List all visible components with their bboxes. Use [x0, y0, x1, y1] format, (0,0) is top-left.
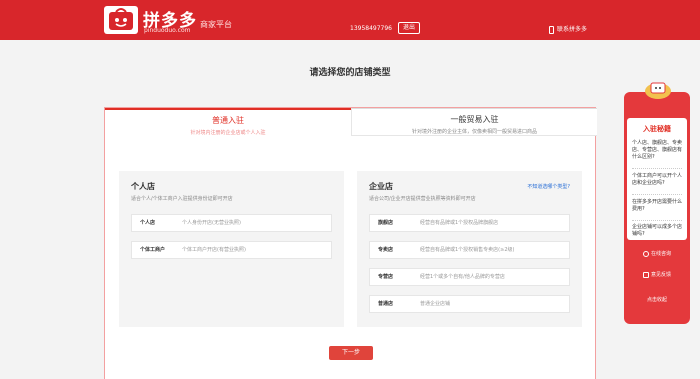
platform-label: 商家平台 — [200, 20, 232, 29]
option-desc: 个人身份开店(无营业执照) — [182, 220, 241, 226]
option-label: 个人店 — [140, 220, 156, 226]
online-consult-label: 在线咨询 — [650, 251, 671, 257]
faq-item[interactable]: 企业店铺可以成多个店铺吗? — [632, 224, 684, 238]
option-label: 个体工商户 — [140, 247, 166, 253]
help-widget: 入驻秘籍 个人店、旗舰店、专卖店、专营店、旗舰店有什么区别? 个体工商户可以开个… — [624, 92, 690, 324]
option-label: 专卖店 — [378, 247, 394, 253]
contact-label: 联系拼多多 — [557, 26, 588, 33]
option-desc: 经营自有品牌或1个授权销售专卖店(≥2级) — [420, 247, 515, 253]
option-flagship-store[interactable]: 旗舰店 经营自有品牌或1个授权品牌旗舰店 — [369, 214, 570, 232]
widget-title: 入驻秘籍 — [643, 125, 671, 133]
top-header: 拼多多 pinduoduo.com 商家平台 13958497796 退出 联系… — [0, 0, 700, 40]
feedback-button[interactable]: 意见反馈 — [629, 268, 685, 282]
option-label: 普通店 — [378, 301, 394, 307]
collapse-widget-button[interactable]: 点击收起 — [629, 293, 685, 307]
widget-faq-box: 入驻秘籍 个人店、旗舰店、专卖店、专营店、旗舰店有什么区别? 个体工商户可以开个… — [627, 118, 687, 240]
page-title: 请选择您的店铺类型 — [309, 68, 391, 78]
next-step-button[interactable]: 下一步 — [329, 346, 373, 360]
contact-link[interactable]: 联系拼多多 — [549, 24, 587, 34]
mascot-icon — [645, 82, 671, 99]
feedback-label: 意见反馈 — [650, 272, 671, 278]
option-personal-store[interactable]: 个人店 个人身份开店(无营业执照) — [131, 214, 332, 232]
option-individual-business[interactable]: 个体工商户 个体工商户开店(有营业执照) — [131, 241, 332, 259]
divider — [632, 168, 682, 169]
faq-item[interactable]: 在拼多多开店需要什么费用? — [632, 199, 684, 213]
panel-subtitle: 适合个人/个体工商户入驻提供身份证即可开店 — [131, 196, 233, 202]
company-store-panel: 企业店 不知道选哪个类型? 适合公司/企业开店提供营业执照等资料即可开店 旗舰店… — [357, 171, 582, 327]
brand-domain: pinduoduo.com — [144, 27, 191, 34]
option-label: 专营店 — [378, 274, 394, 280]
option-desc: 普通企业店铺 — [420, 301, 451, 307]
account-phone: 13958497796 — [350, 25, 392, 32]
divider — [632, 220, 682, 221]
feedback-icon — [642, 271, 649, 278]
phone-icon — [549, 25, 554, 34]
chat-icon — [642, 250, 649, 257]
option-desc: 经营自有品牌或1个授权品牌旗舰店 — [420, 220, 499, 226]
faq-item[interactable]: 个体工商户可以开个人店和企业店吗? — [632, 173, 684, 187]
tab-title: 普通入驻 — [212, 116, 244, 125]
store-type-card: 普通入驻 针对境内注册的企业店或个人入驻 一般贸易入驻 针对境外注册的企业主体，… — [104, 107, 597, 379]
online-consult-button[interactable]: 在线咨询 — [629, 247, 685, 261]
logout-button[interactable]: 退出 — [398, 22, 421, 34]
option-label: 旗舰店 — [378, 220, 394, 226]
tab-general-trade-entry[interactable]: 一般贸易入驻 针对境外注册的企业主体，仅像卖相同一般贸易进口商品 — [351, 108, 597, 136]
divider — [632, 194, 682, 195]
option-exclusive-store[interactable]: 专卖店 经营自有品牌或1个授权销售专卖店(≥2级) — [369, 241, 570, 259]
panel-title: 企业店 — [369, 182, 393, 191]
tab-title: 一般贸易入驻 — [450, 115, 499, 124]
panel-subtitle: 适合公司/企业开店提供营业执照等资料即可开店 — [369, 196, 476, 202]
which-type-link[interactable]: 不知道选哪个类型? — [527, 183, 570, 190]
personal-store-panel: 个人店 适合个人/个体工商户入驻提供身份证即可开店 个人店 个人身份开店(无营业… — [119, 171, 344, 327]
pinduoduo-logo[interactable] — [104, 6, 138, 34]
option-general-store[interactable]: 普通店 普通企业店铺 — [369, 295, 570, 313]
tab-subtitle: 针对境内注册的企业店或个人入驻 — [190, 130, 266, 136]
logo-icon — [109, 8, 133, 30]
panel-title: 个人店 — [131, 182, 155, 191]
tab-subtitle: 针对境外注册的企业主体，仅像卖相同一般贸易进口商品 — [411, 129, 537, 135]
option-desc: 经营1个或多个自有/他人品牌的专营店 — [420, 274, 505, 280]
tab-normal-entry[interactable]: 普通入驻 针对境内注册的企业店或个人入驻 — [105, 108, 351, 136]
option-desc: 个体工商户开店(有营业执照) — [182, 247, 246, 253]
faq-item[interactable]: 个人店、旗舰店、专卖店、专营店、旗舰店有什么区别? — [632, 140, 684, 161]
option-specialty-store[interactable]: 专营店 经营1个或多个自有/他人品牌的专营店 — [369, 268, 570, 286]
